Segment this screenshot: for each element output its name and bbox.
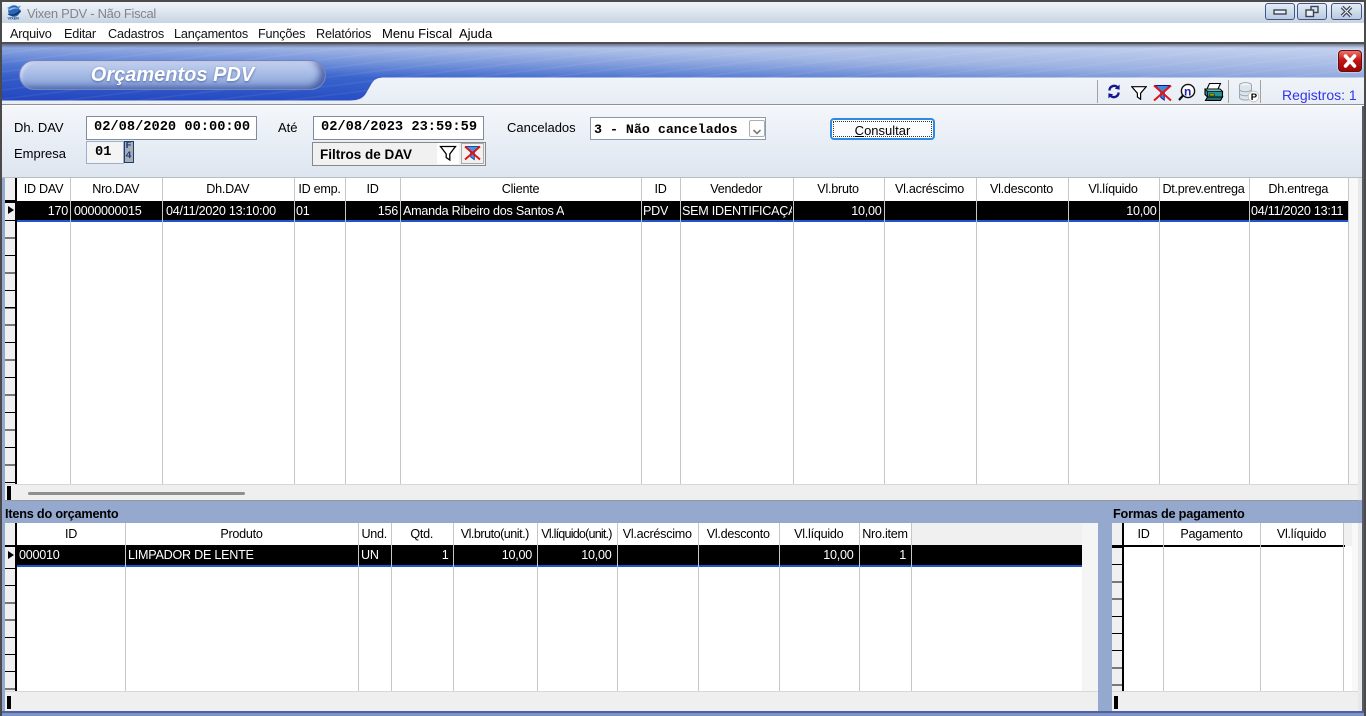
svg-text:VIXEN: VIXEN <box>8 17 20 21</box>
svg-text:n: n <box>1184 85 1191 99</box>
svg-text:P: P <box>1251 92 1258 103</box>
